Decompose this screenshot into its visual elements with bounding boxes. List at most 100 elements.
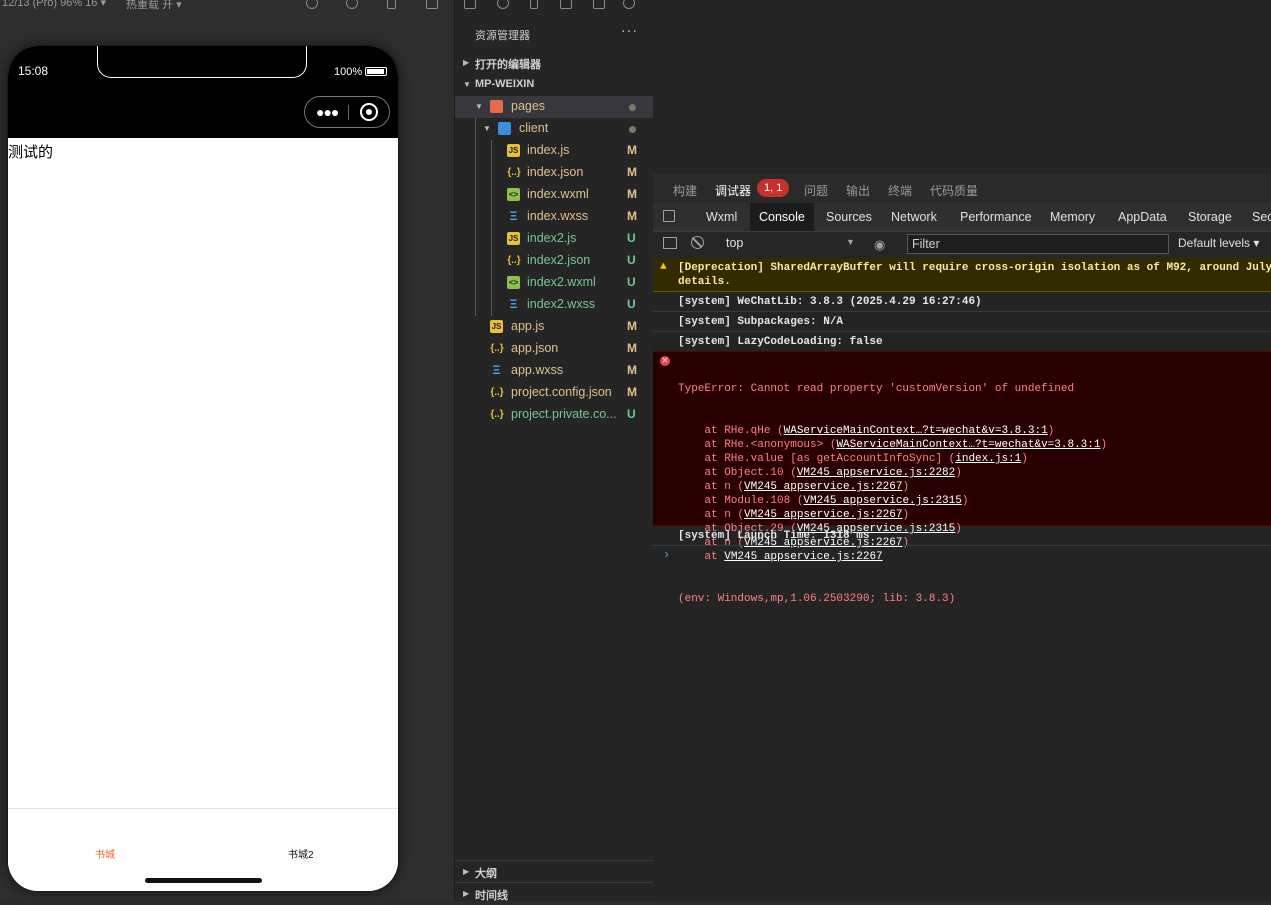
extensions-icon[interactable] <box>560 0 572 9</box>
tree-file-app-js[interactable]: JS app.js M <box>455 316 654 338</box>
log-levels-dropdown[interactable]: Default levels ▾ <box>1178 236 1259 250</box>
warning-text: [Deprecation] SharedArrayBuffer will req… <box>678 262 1271 288</box>
tab-code-quality[interactable]: 代码质量 <box>930 182 978 199</box>
open-editors-section[interactable]: ▶ 打开的编辑器 <box>455 52 654 74</box>
message-text: [system] Launch Time: 1318 ms <box>678 530 870 542</box>
hot-reload-toggle[interactable]: 热重载 开 ▾ <box>126 0 182 12</box>
console-prompt[interactable]: › <box>663 548 670 562</box>
tree-file-index2-wxml[interactable]: <> index2.wxml U <box>455 272 654 294</box>
tree-file-project-private[interactable]: {..} project.private.co... U <box>455 404 654 426</box>
stack-frame-text: at RHe.<anonymous> ( <box>678 439 837 451</box>
tab-security[interactable]: Sec <box>1243 203 1271 231</box>
tree-item-label: app.wxss <box>511 363 564 377</box>
refresh-icon[interactable] <box>306 0 318 9</box>
tab-output[interactable]: 输出 <box>846 182 870 199</box>
console-message: [system] LazyCodeLoading: false <box>653 332 1271 352</box>
tab-bookstore[interactable]: 书城 <box>95 846 115 861</box>
tree-file-index2-js[interactable]: JS index2.js U <box>455 228 654 250</box>
console-toolbar: top ▼ ◉ Default levels ▾ <box>653 232 1271 259</box>
search-icon[interactable] <box>497 0 509 9</box>
tab-memory[interactable]: Memory <box>1041 203 1104 231</box>
project-section[interactable]: ▼ MP-WEIXIN <box>455 74 654 96</box>
stack-frame: at RHe.value [as getAccountInfoSync] (in… <box>678 452 1107 466</box>
stop-icon[interactable] <box>346 0 358 9</box>
source-link[interactable]: WAServiceMainContext…?t=wechat&v=3.8.3:1 <box>784 425 1048 437</box>
tab-network[interactable]: Network <box>882 203 946 231</box>
debug-icon[interactable] <box>593 0 605 9</box>
git-status-badge: M <box>627 143 637 157</box>
tree-file-app-json[interactable]: {..} app.json M <box>455 338 654 360</box>
notch <box>97 46 307 78</box>
filter-box <box>907 234 1169 254</box>
context-selector[interactable]: top <box>726 236 743 250</box>
source-link[interactable]: VM245 appservice.js:2282 <box>797 467 955 479</box>
tree-file-index2-json[interactable]: {..} index2.json U <box>455 250 654 272</box>
git-status-badge: M <box>627 341 637 355</box>
error-title: TypeError: Cannot read property 'customV… <box>678 383 1075 395</box>
close-target-icon[interactable] <box>360 103 378 121</box>
tree-file-index-json[interactable]: {..} index.json M <box>455 162 654 184</box>
inspect-element-icon[interactable] <box>663 210 675 222</box>
tab-terminal[interactable]: 终端 <box>888 182 912 199</box>
git-status-badge: M <box>627 363 637 377</box>
tree-file-index-wxss[interactable]: Ξ index.wxss M <box>455 206 654 228</box>
window-icon[interactable] <box>426 0 438 9</box>
error-icon: ✕ <box>660 356 670 366</box>
explorer-pane: 资源管理器 ··· ▶ 打开的编辑器 ▼ MP-WEIXIN ▼ pages ▼… <box>454 0 654 902</box>
tab-problems[interactable]: 问题 <box>804 182 828 199</box>
stack-frame-text: ) <box>961 495 969 507</box>
tab-performance[interactable]: Performance <box>951 203 1041 231</box>
stack-frame-text: at RHe.qHe ( <box>678 425 784 437</box>
json-file-icon: {..} <box>490 343 504 354</box>
sidebar-toggle-icon[interactable] <box>663 237 677 249</box>
stack-frame: at RHe.qHe (WAServiceMainContext…?t=wech… <box>678 424 1107 438</box>
source-control-icon[interactable] <box>530 0 538 9</box>
tree-item-label: index2.json <box>527 253 591 267</box>
phone-icon[interactable] <box>387 0 396 9</box>
source-link[interactable]: VM245 appservice.js:2267 <box>724 551 882 563</box>
more-actions-icon[interactable]: ··· <box>621 22 638 38</box>
tree-folder-client[interactable]: ▼ client <box>455 118 654 140</box>
stack-frame-text: at Object.10 ( <box>678 467 797 479</box>
stack-frame: at n (VM245 appservice.js:2267) <box>678 480 1107 494</box>
device-selector[interactable]: 12/13 (Pro) 96% 16 ▾ <box>2 0 106 9</box>
tree-item-label: index2.wxml <box>527 275 596 289</box>
source-link[interactable]: WAServiceMainContext…?t=wechat&v=3.8.3:1 <box>836 439 1100 451</box>
clear-console-icon[interactable] <box>691 236 704 249</box>
json-file-icon: {..} <box>507 167 521 178</box>
tree-file-index2-wxss[interactable]: Ξ index2.wxss U <box>455 294 654 316</box>
json-file-icon: {..} <box>490 409 504 420</box>
tree-folder-pages[interactable]: ▼ pages <box>455 96 654 118</box>
tab-appdata[interactable]: AppData <box>1109 203 1176 231</box>
simulator-toolbar: 12/13 (Pro) 96% 16 ▾ 热重载 开 ▾ <box>0 0 454 14</box>
tree-file-app-wxss[interactable]: Ξ app.wxss M <box>455 360 654 382</box>
source-link[interactable]: VM245 appservice.js:2267 <box>744 509 902 521</box>
timeline-section[interactable]: ▶ 时间线 <box>455 882 654 905</box>
source-link[interactable]: VM245 appservice.js:2267 <box>744 481 902 493</box>
eye-icon[interactable]: ◉ <box>874 237 885 253</box>
tab-build[interactable]: 构建 <box>673 182 697 199</box>
devtools-tabs: Wxml Console Sources Network Performance… <box>653 203 1271 232</box>
git-status-badge: M <box>627 187 637 201</box>
source-link[interactable]: index.js:1 <box>955 453 1021 465</box>
tree-file-index-js[interactable]: JS index.js M <box>455 140 654 162</box>
source-link[interactable]: VM245 appservice.js:2315 <box>803 495 961 507</box>
js-file-icon: JS <box>490 320 503 333</box>
filter-input[interactable] <box>908 235 1168 253</box>
chevron-down-icon[interactable]: ▼ <box>846 237 855 247</box>
tab-sources[interactable]: Sources <box>817 203 881 231</box>
tab-console[interactable]: Console <box>750 203 814 231</box>
more-dots-icon[interactable]: ●●● <box>316 105 339 119</box>
tree-file-project-config[interactable]: {..} project.config.json M <box>455 382 654 404</box>
stack-frame-text: at Module.108 ( <box>678 495 804 507</box>
tree-file-index-wxml[interactable]: <> index.wxml M <box>455 184 654 206</box>
outline-section[interactable]: ▶ 大纲 <box>455 860 654 883</box>
tab-storage[interactable]: Storage <box>1179 203 1241 231</box>
wechat-icon[interactable] <box>623 0 635 9</box>
git-status-badge: U <box>627 275 636 289</box>
tab-bookstore-2[interactable]: 书城2 <box>288 846 314 861</box>
tab-debugger[interactable]: 调试器 <box>715 182 751 199</box>
tab-wxml[interactable]: Wxml <box>697 203 746 231</box>
editor-empty-area <box>653 0 1271 173</box>
files-icon[interactable] <box>464 0 476 9</box>
